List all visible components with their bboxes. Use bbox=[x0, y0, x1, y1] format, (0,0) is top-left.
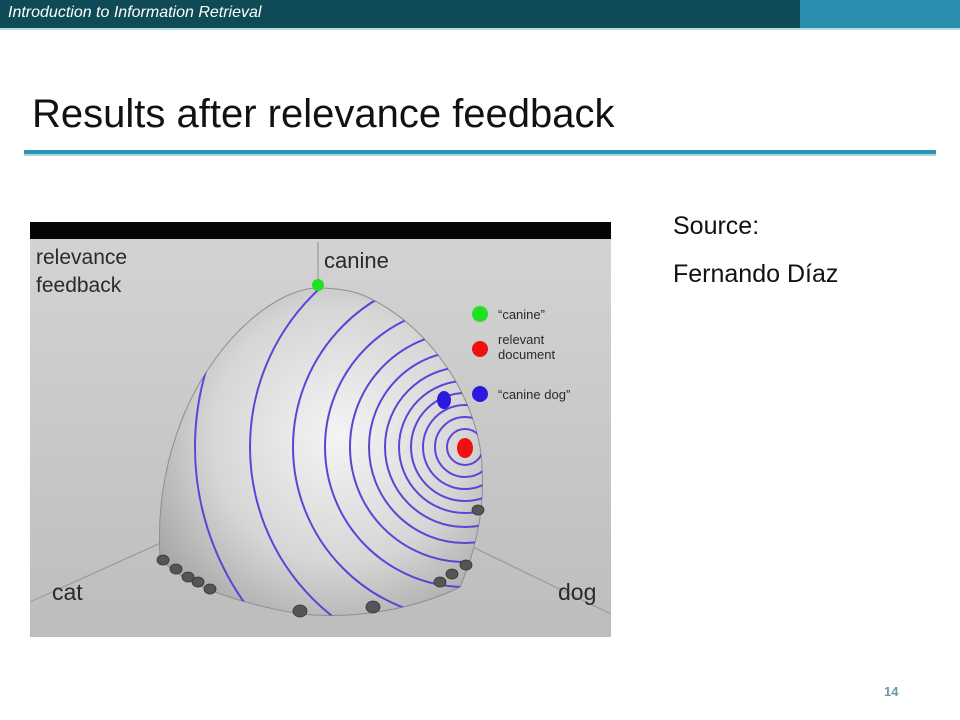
page-number: 14 bbox=[884, 684, 899, 699]
corner-label-line2: feedback bbox=[36, 274, 122, 297]
legend-relevant-icon bbox=[472, 341, 488, 357]
source-label: Source: bbox=[673, 212, 760, 240]
legend-canine-dog-icon bbox=[472, 386, 488, 402]
canine-dog-query-point bbox=[437, 391, 451, 409]
legend-canine-icon bbox=[472, 306, 488, 322]
figure-top-band bbox=[30, 222, 611, 239]
axis-label-dog: dog bbox=[558, 579, 596, 605]
axis-label-cat: cat bbox=[52, 579, 83, 605]
slide-title: Results after relevance feedback bbox=[32, 92, 615, 136]
source-name: Fernando Díaz bbox=[673, 260, 839, 288]
course-title: Introduction to Information Retrieval bbox=[8, 4, 262, 21]
corner-label-line1: relevance bbox=[36, 246, 127, 269]
canine-query-point bbox=[312, 279, 324, 291]
legend-relevant-label-line1: relevant bbox=[498, 332, 545, 347]
relevant-document-point bbox=[457, 438, 473, 458]
relevance-feedback-figure: relevance feedback canine cat dog “canin… bbox=[30, 222, 611, 637]
legend-relevant-label-line2: document bbox=[498, 347, 555, 362]
legend-canine-label: “canine” bbox=[498, 307, 545, 322]
header-divider bbox=[0, 28, 960, 30]
header-accent-bar bbox=[800, 0, 960, 28]
legend-canine-dog-label: “canine dog” bbox=[498, 387, 570, 402]
title-underline-light bbox=[24, 154, 936, 156]
axis-label-canine: canine bbox=[324, 248, 389, 273]
